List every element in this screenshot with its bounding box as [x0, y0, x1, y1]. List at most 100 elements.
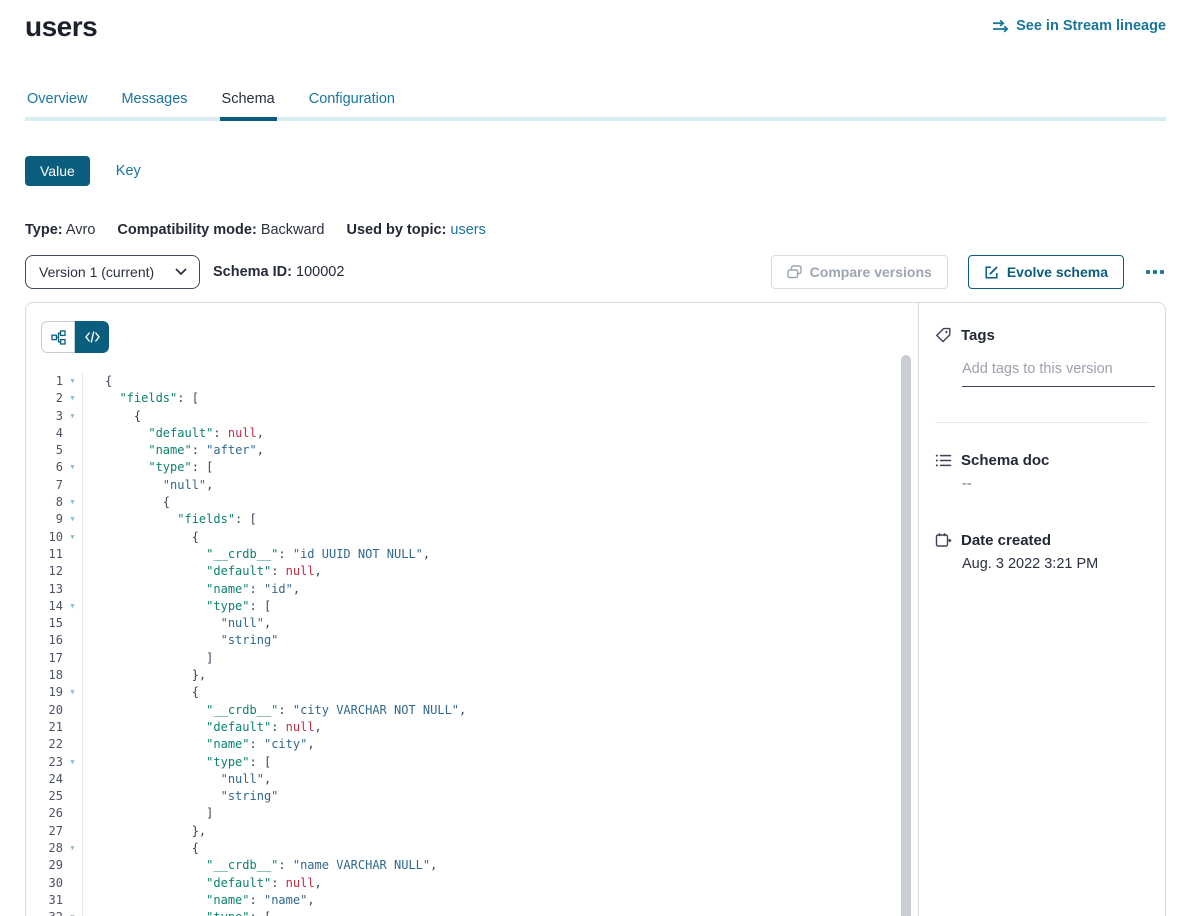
- fold-toggle-icon[interactable]: ▼: [63, 459, 83, 476]
- code-line: 17 ]: [26, 650, 918, 667]
- code-line: 10▼ {: [26, 529, 918, 546]
- code-text: "__crdb__": "name VARCHAR NULL",: [83, 857, 437, 874]
- fold-toggle-icon[interactable]: ▼: [63, 909, 83, 916]
- schema-code-view[interactable]: 1▼{2▼ "fields": [3▼ {4 "default": null,5…: [26, 373, 918, 916]
- code-text: "default": null,: [83, 425, 264, 442]
- version-select-value: Version 1 (current): [39, 264, 154, 280]
- editor-scrollbar[interactable]: [901, 355, 911, 916]
- tree-view-icon: [51, 330, 66, 345]
- tab-configuration[interactable]: Configuration: [307, 91, 397, 121]
- value-toggle-button[interactable]: Value: [25, 156, 90, 186]
- value-key-toggle: Value Key: [25, 156, 1166, 186]
- fold-gutter: [63, 477, 83, 494]
- editor-view-toggle: [41, 321, 109, 353]
- fold-toggle-icon[interactable]: ▼: [63, 390, 83, 407]
- fold-toggle-icon[interactable]: ▼: [63, 840, 83, 857]
- fold-toggle-icon[interactable]: ▼: [63, 684, 83, 701]
- code-text: {: [83, 494, 170, 511]
- line-number: 1: [26, 373, 63, 390]
- code-line: 29 "__crdb__": "name VARCHAR NULL",: [26, 857, 918, 874]
- code-text: "__crdb__": "city VARCHAR NOT NULL",: [83, 702, 466, 719]
- code-text: {: [83, 840, 199, 857]
- code-text: "default": null,: [83, 563, 322, 580]
- more-options-icon[interactable]: [1144, 266, 1166, 278]
- line-number: 15: [26, 615, 63, 632]
- code-line: 4 "default": null,: [26, 425, 918, 442]
- stream-lineage-label: See in Stream lineage: [1016, 18, 1166, 34]
- code-text: "name": "id",: [83, 581, 300, 598]
- line-number: 5: [26, 442, 63, 459]
- calendar-plus-icon: [935, 532, 952, 549]
- code-text: "name": "after",: [83, 442, 264, 459]
- tree-view-button[interactable]: [41, 321, 75, 353]
- fold-toggle-icon[interactable]: ▼: [63, 494, 83, 511]
- line-number: 8: [26, 494, 63, 511]
- code-view-button[interactable]: [75, 321, 109, 353]
- schema-editor: 1▼{2▼ "fields": [3▼ {4 "default": null,5…: [26, 303, 919, 916]
- key-toggle-link[interactable]: Key: [116, 163, 141, 179]
- fold-gutter: [63, 736, 83, 753]
- compatibility-field: Compatibility mode: Backward: [117, 222, 324, 238]
- line-number: 2: [26, 390, 63, 407]
- topic-link[interactable]: users: [450, 222, 485, 238]
- fold-toggle-icon[interactable]: ▼: [63, 529, 83, 546]
- fold-gutter: [63, 702, 83, 719]
- schema-doc-section: Schema doc --: [935, 452, 1151, 492]
- schema-doc-value: --: [962, 476, 1151, 492]
- code-text: "name": "name",: [83, 892, 315, 909]
- fold-gutter: [63, 771, 83, 788]
- date-created-header: Date created: [935, 532, 1151, 549]
- toolbar-actions: Compare versions Evolve schema: [771, 255, 1166, 289]
- line-number: 32: [26, 909, 63, 916]
- code-text: "name": "city",: [83, 736, 315, 753]
- evolve-schema-button[interactable]: Evolve schema: [968, 255, 1124, 289]
- compare-versions-button[interactable]: Compare versions: [771, 255, 948, 289]
- stream-lineage-link[interactable]: See in Stream lineage: [992, 10, 1166, 34]
- tags-title: Tags: [961, 327, 995, 344]
- fold-gutter: [63, 892, 83, 909]
- fold-toggle-icon[interactable]: ▼: [63, 598, 83, 615]
- tab-schema[interactable]: Schema: [220, 91, 277, 121]
- chevron-down-icon: [175, 268, 187, 276]
- code-text: {: [83, 684, 199, 701]
- code-line: 19▼ {: [26, 684, 918, 701]
- fold-gutter: [63, 823, 83, 840]
- fold-gutter: [63, 546, 83, 563]
- version-select[interactable]: Version 1 (current): [25, 255, 200, 289]
- fold-gutter: [63, 667, 83, 684]
- tab-overview[interactable]: Overview: [25, 91, 89, 121]
- code-line: 2▼ "fields": [: [26, 390, 918, 407]
- fold-toggle-icon[interactable]: ▼: [63, 754, 83, 771]
- code-text: {: [83, 373, 112, 390]
- code-text: "type": [: [83, 754, 271, 771]
- line-number: 14: [26, 598, 63, 615]
- version-toolbar: Version 1 (current) Schema ID: 100002 Co…: [25, 255, 1166, 289]
- fold-toggle-icon[interactable]: ▼: [63, 511, 83, 528]
- code-text: },: [83, 667, 206, 684]
- edit-icon: [984, 265, 999, 280]
- line-number: 25: [26, 788, 63, 805]
- line-number: 26: [26, 805, 63, 822]
- code-text: "__crdb__": "id UUID NOT NULL",: [83, 546, 430, 563]
- code-line: 6▼ "type": [: [26, 459, 918, 476]
- code-line: 18 },: [26, 667, 918, 684]
- date-created-value: Aug. 3 2022 3:21 PM: [962, 556, 1151, 572]
- code-line: 22 "name": "city",: [26, 736, 918, 753]
- fold-toggle-icon[interactable]: ▼: [63, 408, 83, 425]
- tab-messages[interactable]: Messages: [119, 91, 189, 121]
- add-tags-input[interactable]: [962, 361, 1155, 387]
- line-number: 31: [26, 892, 63, 909]
- code-view-icon: [85, 331, 100, 343]
- fold-toggle-icon[interactable]: ▼: [63, 373, 83, 390]
- used-by-topic-field: Used by topic: users: [346, 222, 485, 238]
- code-line: 9▼ "fields": [: [26, 511, 918, 528]
- code-text: "null",: [83, 771, 271, 788]
- code-line: 13 "name": "id",: [26, 581, 918, 598]
- line-number: 17: [26, 650, 63, 667]
- code-line: 12 "default": null,: [26, 563, 918, 580]
- tag-icon: [935, 327, 952, 344]
- code-line: 16 "string": [26, 632, 918, 649]
- line-number: 7: [26, 477, 63, 494]
- line-number: 20: [26, 702, 63, 719]
- fold-gutter: [63, 615, 83, 632]
